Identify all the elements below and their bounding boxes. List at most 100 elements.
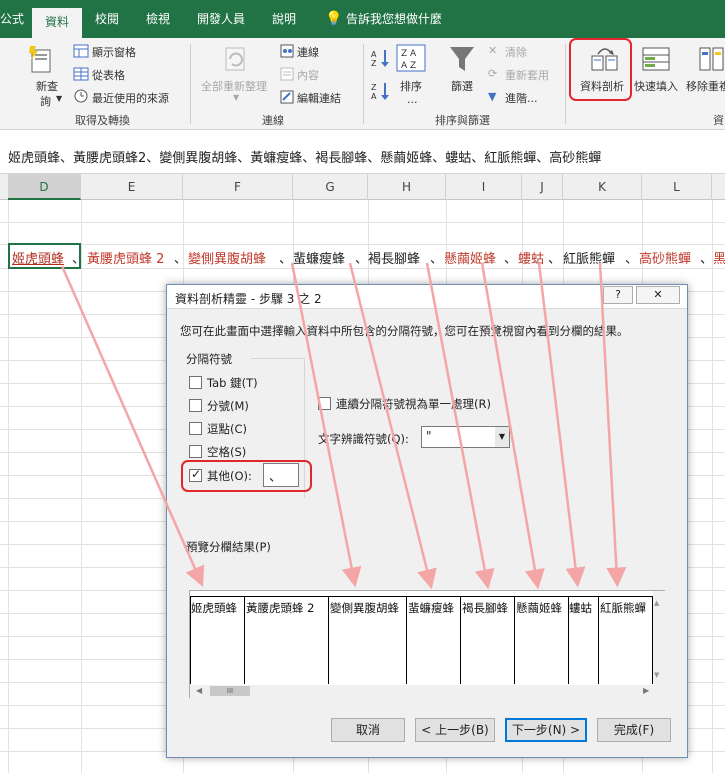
column-header-e[interactable]: E <box>81 174 183 200</box>
cell-separator: 、 <box>625 252 639 267</box>
clear-button[interactable]: 清除 <box>505 44 527 60</box>
space-label: 空格(S) <box>207 445 247 459</box>
filter-button[interactable]: 篩選 <box>451 78 473 94</box>
tab-view[interactable]: 檢視 <box>146 0 170 38</box>
sort-more-icon: ... <box>407 93 418 106</box>
preview-pane[interactable]: 姬虎頭蜂 黃腰虎頭蜂 2 變側異腹胡蜂 蜚蠊瘦蜂 褐長腳蜂 懸繭姬蜂 螻蛄 紅脈… <box>189 590 665 698</box>
scroll-left-icon[interactable]: ◀ <box>196 686 202 695</box>
ribbon-tab-bar: 公式 資料 校閱 檢視 開發人員 說明 💡 告訴我您想做什麼 <box>0 0 725 38</box>
preview-horizontal-scrollbar[interactable] <box>190 685 665 698</box>
scroll-thumb[interactable]: III <box>210 686 250 696</box>
sort-button[interactable]: 排序 <box>400 78 422 94</box>
column-header-g[interactable]: G <box>293 174 368 200</box>
show-queries-button[interactable]: 顯示窗格 <box>92 44 136 60</box>
column-header-l[interactable]: L <box>642 174 712 200</box>
column-header-i[interactable]: I <box>446 174 522 200</box>
preview-cell: 姬虎頭蜂 <box>191 601 237 615</box>
close-button[interactable]: ✕ <box>636 286 680 304</box>
back-button[interactable]: < 上一步(B) <box>415 718 495 742</box>
column-header-f[interactable]: F <box>183 174 293 200</box>
flash-fill-button[interactable]: 快速填入 <box>634 78 678 94</box>
cell-segment: 變側異腹胡蜂 <box>188 252 267 267</box>
cell-segment: 高砂熊蟬 <box>639 252 692 267</box>
space-checkbox[interactable] <box>189 445 202 458</box>
cell-separator: 、 <box>279 252 293 267</box>
grid-line <box>0 268 725 269</box>
cell-separator: 、 <box>355 252 369 267</box>
remove-duplicates-button[interactable]: 移除重複 <box>686 78 725 94</box>
text-wizard-dialog: 資料剖析精靈 - 步驟 3 之 2 ? ✕ 您可在此畫面中選擇輸入資料中所包含的… <box>166 284 688 758</box>
chevron-down-icon-3[interactable]: ▼ <box>495 427 509 447</box>
formula-bar-text: 姬虎頭蜂、黃腰虎頭蜂2、變側異腹胡蜂、黃蠊瘦蜂、褐長腳蜂、懸繭姬蜂、螻蛄、紅脈熊… <box>8 151 602 166</box>
sort-az-icon: AZ <box>370 48 390 71</box>
semicolon-checkbox[interactable] <box>189 399 202 412</box>
svg-text:Z: Z <box>371 59 377 68</box>
column-header-k[interactable]: K <box>563 174 642 200</box>
group-divider <box>190 44 191 124</box>
advanced-button[interactable]: 進階... <box>505 90 538 106</box>
group-sort-filter: 排序與篩選 <box>435 114 490 127</box>
preview-cell: 螻蛄 <box>569 601 592 615</box>
from-table-button[interactable]: 從表格 <box>92 67 125 83</box>
tab-data[interactable]: 資料 <box>32 8 82 38</box>
group-rule <box>251 358 305 359</box>
sort-za-icon: ZA <box>370 81 390 104</box>
show-queries-icon <box>73 44 89 61</box>
new-query-button[interactable]: 新查 <box>36 78 58 94</box>
dialog-titlebar[interactable]: 資料剖析精靈 - 步驟 3 之 2 ? ✕ <box>167 285 687 309</box>
cell-segment: 褐長腳蜂 <box>368 252 421 267</box>
scroll-down-icon[interactable]: ▼ <box>654 671 659 679</box>
cell-separator: 、 <box>504 252 518 267</box>
refresh-all-button[interactable]: 全部重新整理 <box>201 78 267 94</box>
properties-button[interactable]: 內容 <box>297 67 319 83</box>
semicolon-label: 分號(M) <box>207 399 249 413</box>
consecutive-checkbox[interactable] <box>318 397 331 410</box>
svg-text:Z A: Z A <box>401 49 417 59</box>
tab-formulas[interactable]: 公式 <box>0 0 24 38</box>
tab-developer[interactable]: 開發人員 <box>197 0 245 38</box>
recent-sources-button[interactable]: 最近使用的來源 <box>92 90 169 106</box>
tab-checkbox[interactable] <box>189 376 202 389</box>
group-connections: 連線 <box>262 114 284 127</box>
help-button[interactable]: ? <box>603 286 633 304</box>
lightbulb-icon: 💡 <box>325 11 343 27</box>
svg-text:A: A <box>371 92 377 101</box>
preview-label: 預覽分欄結果(P) <box>186 540 271 554</box>
edit-links-button[interactable]: 編輯連結 <box>297 90 341 106</box>
remove-duplicates-icon <box>698 44 725 77</box>
grid-line <box>81 200 82 773</box>
comma-checkbox[interactable] <box>189 422 202 435</box>
scroll-up-icon[interactable]: ▲ <box>654 599 659 607</box>
consecutive-label: 連續分隔符號視為單一處理(R) <box>336 397 491 411</box>
group-get-transform: 取得及轉換 <box>75 114 130 127</box>
tab-help[interactable]: 說明 <box>272 0 296 38</box>
reapply-button[interactable]: 重新套用 <box>505 67 549 83</box>
tab-review[interactable]: 校閱 <box>95 0 119 38</box>
filter-funnel-icon <box>448 44 476 77</box>
edit-links-icon <box>280 90 294 107</box>
dialog-title: 資料剖析精靈 - 步驟 3 之 2 <box>175 292 322 306</box>
finish-button[interactable]: 完成(F) <box>597 718 671 742</box>
column-headers: D E F G H I J K L <box>0 174 725 200</box>
column-header-j[interactable]: J <box>522 174 563 200</box>
flash-fill-icon <box>641 44 671 77</box>
comma-label: 逗點(C) <box>207 422 248 436</box>
new-query-button-2[interactable]: 詢 <box>40 93 51 109</box>
preview-cell: 褐長腳蜂 <box>462 601 508 615</box>
formula-bar[interactable]: 姬虎頭蜂、黃腰虎頭蜂2、變側異腹胡蜂、黃蠊瘦蜂、褐長腳蜂、懸繭姬蜂、螻蛄、紅脈熊… <box>0 130 725 174</box>
tell-me-box[interactable]: 告訴我您想做什麼 <box>346 0 442 38</box>
connections-button[interactable]: 連線 <box>297 44 319 60</box>
grid-line <box>0 222 725 223</box>
properties-icon <box>280 67 294 84</box>
connections-icon <box>280 44 294 61</box>
next-button[interactable]: 下一步(N) > <box>505 718 587 742</box>
column-header-h[interactable]: H <box>368 174 446 200</box>
column-header-d[interactable]: D <box>8 174 81 200</box>
table-icon <box>73 67 89 84</box>
group-divider-3 <box>565 44 566 124</box>
grid-line <box>0 244 725 245</box>
delimiters-label: 分隔符號 <box>186 352 232 366</box>
scroll-right-icon[interactable]: ▶ <box>643 686 649 695</box>
cancel-button[interactable]: 取消 <box>331 718 405 742</box>
preview-cell: 蜚蠊瘦蜂 <box>408 601 454 615</box>
